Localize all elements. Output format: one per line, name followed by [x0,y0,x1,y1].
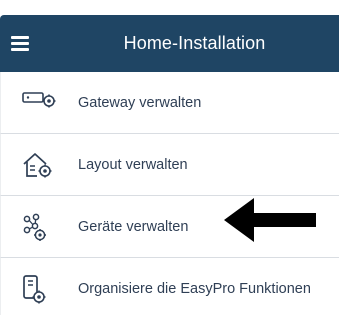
menu-item-label: Organisiere die EasyPro Funktionen [78,281,311,297]
gateway-settings-icon [22,92,56,108]
menu-item-label: Layout verwalten [78,157,188,173]
menu-item-functions[interactable]: Organisiere die EasyPro Funktionen [0,258,339,315]
devices-settings-icon [23,213,46,241]
menu-item-gateway[interactable]: Gateway verwalten [0,72,339,134]
device-function-settings-icon [23,275,46,304]
page-title: Home-Installation [123,33,266,53]
menu-item-label: Gateway verwalten [78,95,202,111]
house-settings-icon [23,153,52,178]
menu-item-layout[interactable]: Layout verwalten [0,134,339,196]
black-arrow-left-icon [224,198,316,242]
settings-menu-list: Gateway verwalten Layout verwalten Gerät… [0,72,339,315]
app-header: Home-Installation [0,15,339,72]
